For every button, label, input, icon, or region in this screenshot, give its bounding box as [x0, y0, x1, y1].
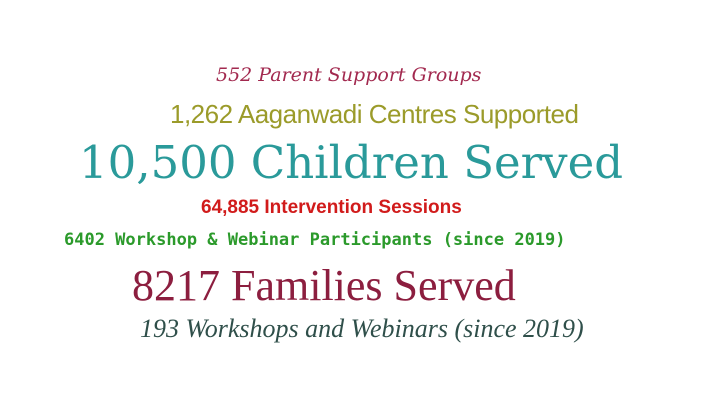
stat-workshop-participants: 6402 Workshop & Webinar Participants (si… [64, 230, 566, 250]
stat-aaganwadi-centres: 1,262 Aaganwadi Centres Supported [170, 99, 579, 129]
stat-families-served: 8217 Families Served [132, 261, 516, 310]
stat-children-served: 10,500 Children Served [79, 136, 624, 189]
stat-intervention-sessions: 64,885 Intervention Sessions [201, 197, 462, 218]
stat-parent-support-groups: 552 Parent Support Groups [216, 64, 482, 86]
stat-workshops-webinars: 193 Workshops and Webinars (since 2019) [140, 314, 584, 343]
